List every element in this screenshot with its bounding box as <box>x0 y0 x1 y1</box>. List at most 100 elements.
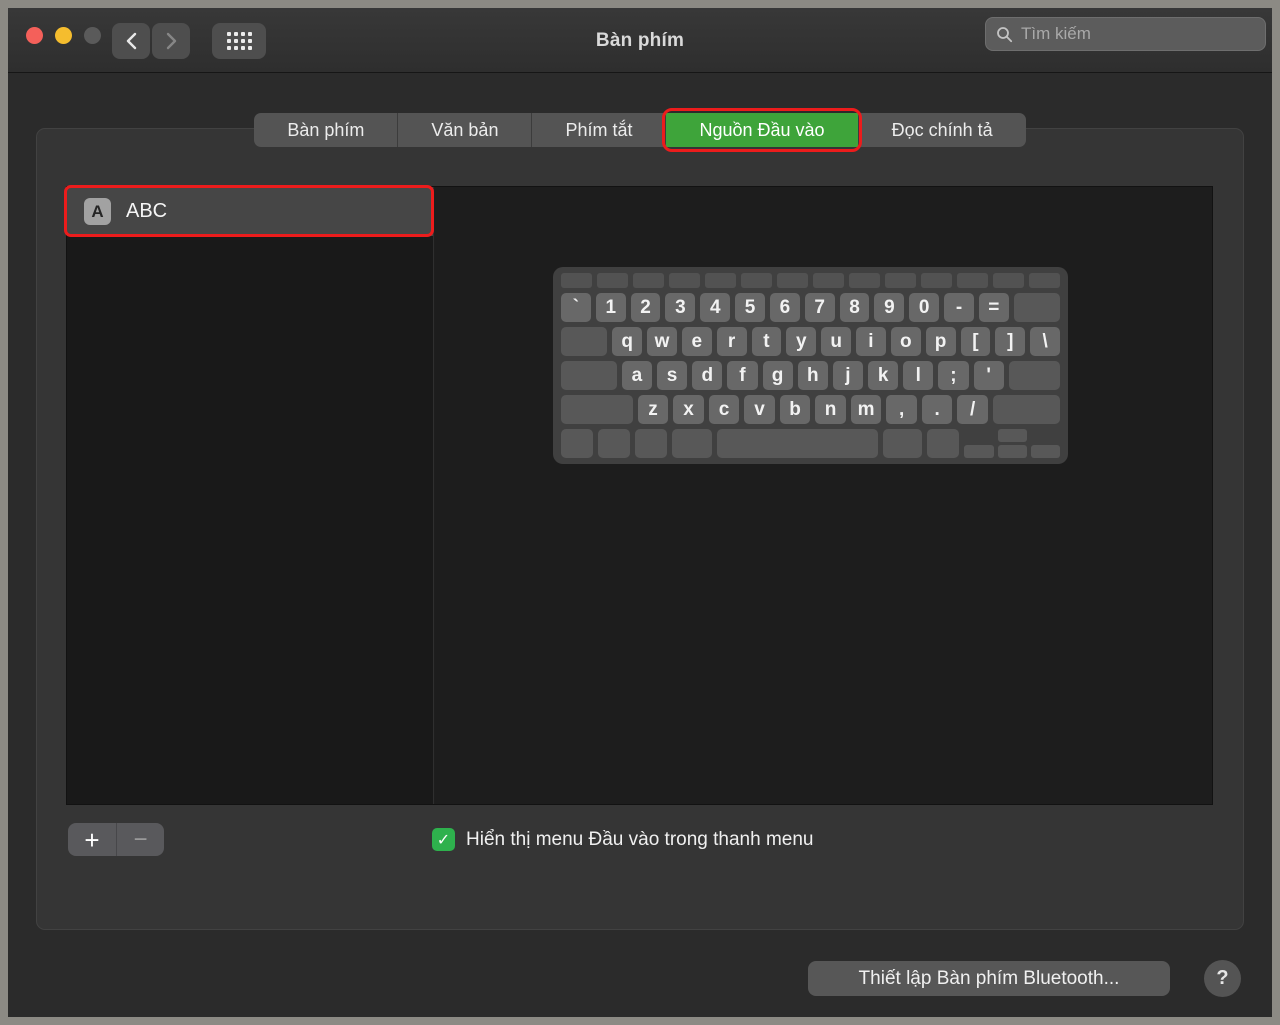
function-key <box>885 273 916 288</box>
remove-input-source-button[interactable]: − <box>116 823 164 856</box>
key-c-key: c <box>709 395 740 424</box>
key-7-key: 7 <box>805 293 835 322</box>
key-9-key: 9 <box>874 293 904 322</box>
keyboard-row <box>561 429 1060 458</box>
caps-lock-key <box>561 361 617 390</box>
key-[-key: [ <box>961 327 991 356</box>
key-s-key: s <box>657 361 687 390</box>
key-`-key: ` <box>561 293 591 322</box>
key-f-key: f <box>727 361 757 390</box>
space-key <box>717 429 878 458</box>
key-8-key: 8 <box>840 293 870 322</box>
add-remove-control: + − <box>68 823 164 856</box>
bluetooth-keyboard-setup-button[interactable]: Thiết lập Bàn phím Bluetooth... <box>808 961 1170 996</box>
key-4-key: 4 <box>700 293 730 322</box>
arrow-down-key <box>998 445 1027 458</box>
tab-text[interactable]: Văn bản <box>397 113 531 147</box>
key-3-key: 3 <box>665 293 695 322</box>
function-key <box>1029 273 1060 288</box>
key-o-key: o <box>891 327 921 356</box>
shift-left-key <box>561 395 633 424</box>
function-key <box>777 273 808 288</box>
function-key <box>561 273 592 288</box>
tab-label: Bàn phím <box>287 120 364 141</box>
key-;-key: ; <box>938 361 968 390</box>
key-r-key: r <box>717 327 747 356</box>
key-6-key: 6 <box>770 293 800 322</box>
function-key <box>921 273 952 288</box>
tab-label: Văn bản <box>431 120 498 141</box>
tab-label: Đọc chính tả <box>892 120 993 141</box>
search-field[interactable] <box>985 17 1266 51</box>
function-key <box>957 273 988 288</box>
help-button[interactable]: ? <box>1204 960 1241 997</box>
key-k-key: k <box>868 361 898 390</box>
key-.-key: . <box>922 395 953 424</box>
search-input[interactable] <box>1021 24 1255 44</box>
function-key <box>669 273 700 288</box>
keyboard-row: `1234567890-= <box>561 293 1060 322</box>
key-x-key: x <box>673 395 704 424</box>
input-source-label: ABC <box>126 200 167 223</box>
search-icon <box>996 26 1013 43</box>
tab-shortcuts[interactable]: Phím tắt <box>531 113 665 147</box>
tab-dictation[interactable]: Đọc chính tả <box>858 113 1026 147</box>
key-'-key: ' <box>974 361 1004 390</box>
show-input-menu-label: Hiển thị menu Đầu vào trong thanh menu <box>466 829 814 851</box>
key-2-key: 2 <box>631 293 661 322</box>
tab-bar: Bàn phím Văn bản Phím tắtNguồn Đầu vào Đọc … <box>8 113 1272 147</box>
keyboard-preview: `1234567890-=qwertyuiop[]\asdfghjkl;'zxc… <box>553 267 1068 464</box>
command-left-key <box>672 429 712 458</box>
key-q-key: q <box>612 327 642 356</box>
annotation-highlight <box>64 185 434 237</box>
system-preferences-window: Bàn phím Bàn phím Văn bản Phím tắtNguồn Đầ… <box>8 8 1272 1017</box>
function-key <box>741 273 772 288</box>
show-input-menu-checkbox[interactable]: ✓ <box>432 828 455 851</box>
arrow-left-key <box>964 445 993 458</box>
key-l-key: l <box>903 361 933 390</box>
input-source-row-abc[interactable]: AABC <box>67 187 433 236</box>
key-y-key: y <box>786 327 816 356</box>
key-v-key: v <box>744 395 775 424</box>
tab-input-sources[interactable]: Nguồn Đầu vào <box>665 113 857 147</box>
tab-keyboard[interactable]: Bàn phím <box>254 113 397 147</box>
key-,-key: , <box>886 395 917 424</box>
arrow-left-column <box>964 429 993 458</box>
arrow-up-down-column <box>998 429 1027 458</box>
function-key-row <box>561 273 1060 288</box>
key-/-key: / <box>957 395 988 424</box>
function-key <box>813 273 844 288</box>
option-right-key <box>927 429 959 458</box>
key-n-key: n <box>815 395 846 424</box>
question-mark-icon: ? <box>1216 967 1228 990</box>
function-key <box>705 273 736 288</box>
function-key <box>597 273 628 288</box>
input-sources-panel: AABC `1234567890-=qwertyuiop[]\asdfghjkl… <box>66 186 1213 805</box>
key-b-key: b <box>780 395 811 424</box>
key-5-key: 5 <box>735 293 765 322</box>
command-right-key <box>883 429 923 458</box>
key-\-key: \ <box>1030 327 1060 356</box>
keyboard-row: zxcvbnm,./ <box>561 395 1060 424</box>
key-t-key: t <box>752 327 782 356</box>
option-left-key <box>635 429 667 458</box>
key-z-key: z <box>638 395 669 424</box>
title-bar: Bàn phím <box>8 8 1272 73</box>
key-p-key: p <box>926 327 956 356</box>
layout-preview-pane: `1234567890-=qwertyuiop[]\asdfghjkl;'zxc… <box>435 187 1212 804</box>
input-source-list: AABC <box>67 187 434 804</box>
arrow-keys <box>964 429 1060 458</box>
keyboard-row: qwertyuiop[]\ <box>561 327 1060 356</box>
key-]-key: ] <box>995 327 1025 356</box>
key-g-key: g <box>763 361 793 390</box>
function-key <box>633 273 664 288</box>
key-h-key: h <box>798 361 828 390</box>
function-key <box>849 273 880 288</box>
function-key <box>993 273 1024 288</box>
tab-key <box>561 327 607 356</box>
add-input-source-button[interactable]: + <box>68 823 116 856</box>
key-1-key: 1 <box>596 293 626 322</box>
delete-key <box>1014 293 1060 322</box>
key---key: - <box>944 293 974 322</box>
control-key <box>598 429 630 458</box>
